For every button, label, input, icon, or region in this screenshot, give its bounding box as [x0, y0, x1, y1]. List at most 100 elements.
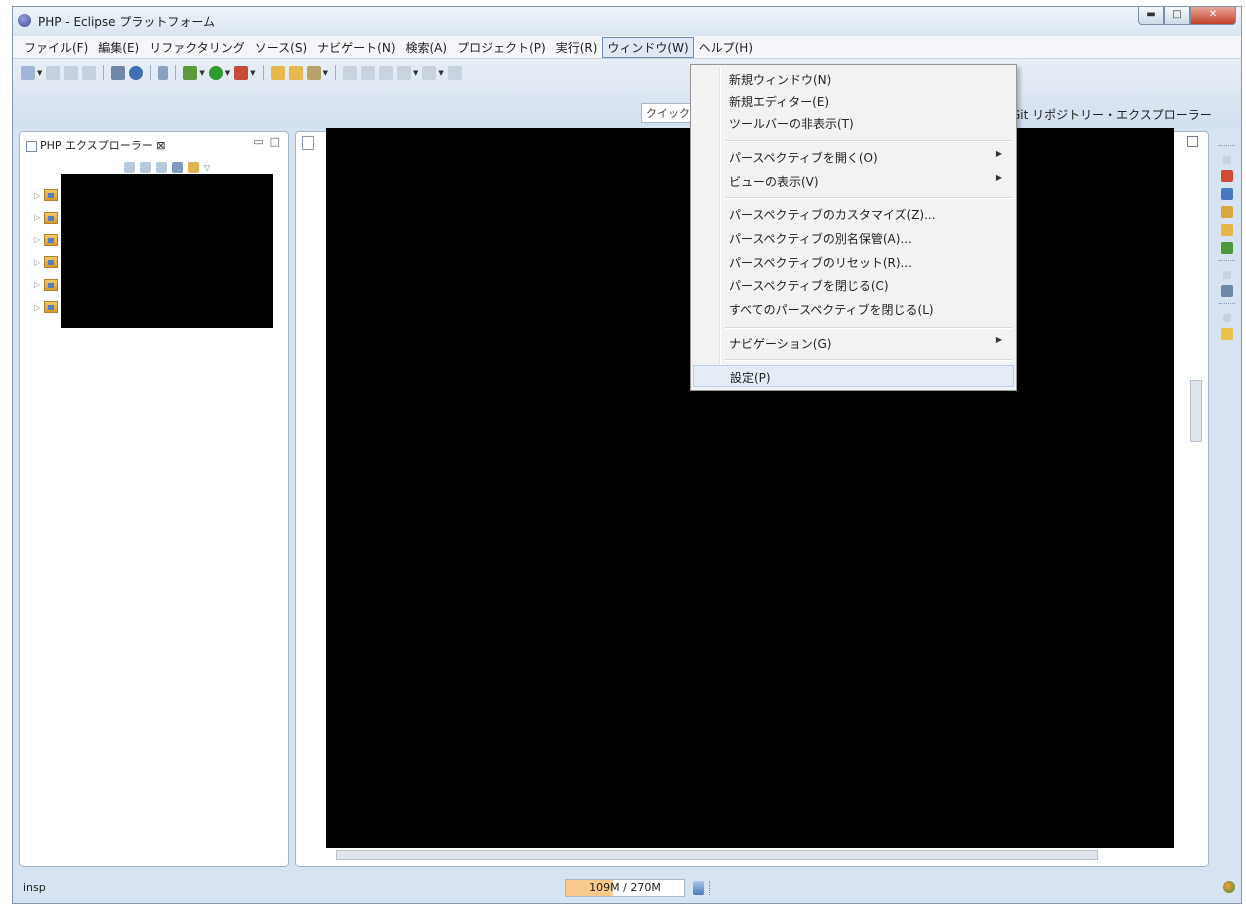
- menu-source[interactable]: ソース(S): [250, 37, 312, 58]
- new-icon[interactable]: [21, 65, 35, 80]
- expand-arrow-icon[interactable]: ▷: [34, 235, 44, 244]
- progress-icon[interactable]: [1223, 881, 1235, 893]
- menu-hide-toolbar[interactable]: ツールバーの非表示(T): [693, 112, 1014, 134]
- editor-maximize-icon[interactable]: [1187, 136, 1198, 147]
- globe-icon[interactable]: [129, 65, 144, 80]
- menu-navigation[interactable]: ナビゲーション(G) ▶: [693, 332, 1014, 354]
- back-icon[interactable]: [422, 65, 437, 80]
- save-all-icon[interactable]: [64, 65, 79, 80]
- tools-dropdown-icon[interactable]: ▼: [250, 69, 255, 77]
- expand-arrow-icon[interactable]: ▷: [34, 280, 44, 289]
- menu-run[interactable]: 実行(R): [551, 37, 603, 58]
- type-hierarchy-icon[interactable]: [1221, 188, 1233, 200]
- vertical-scrollbar[interactable]: [1190, 380, 1202, 442]
- expand-arrow-icon[interactable]: ▷: [34, 213, 44, 222]
- terminal-icon[interactable]: [111, 65, 126, 80]
- minimize-button[interactable]: ▬: [1138, 7, 1164, 25]
- menu-new-window[interactable]: 新規ウィンドウ(N): [693, 68, 1014, 90]
- view-minimize-icon[interactable]: ▭: [253, 135, 263, 148]
- tree-item[interactable]: ▷: [34, 274, 58, 296]
- run-dropdown-icon[interactable]: ▼: [225, 69, 230, 77]
- menu-new-editor[interactable]: 新規エディター(E): [693, 90, 1014, 112]
- heap-status[interactable]: 109M / 270M: [565, 879, 685, 897]
- console-icon[interactable]: [1221, 285, 1233, 297]
- save-icon[interactable]: [46, 65, 61, 80]
- main-toolbar: ▼ ▼ ▼ ▼ ▼ ▼ ▼ クイック Git リポジトリー・エクスプローラー: [13, 59, 1241, 127]
- wand-icon[interactable]: [306, 65, 321, 80]
- menu-edit[interactable]: 編集(E): [93, 37, 144, 58]
- menu-customize-perspective[interactable]: パースペクティブのカスタマイズ(Z)...: [693, 203, 1014, 225]
- tab-php-explorer[interactable]: PHP エクスプローラー ⊠: [26, 137, 165, 153]
- menu-refactor[interactable]: リファクタリング: [144, 37, 250, 58]
- pin-icon[interactable]: [158, 65, 169, 80]
- menu-save-perspective-as[interactable]: パースペクティブの別名保管(A)...: [693, 227, 1014, 249]
- run-icon[interactable]: [208, 65, 223, 80]
- php-project-icon: [44, 189, 58, 202]
- last-edit-icon[interactable]: [396, 65, 411, 80]
- menu-reset-perspective[interactable]: パースペクティブのリセット(R)...: [693, 251, 1014, 273]
- menu-window[interactable]: ウィンドウ(W): [602, 36, 694, 58]
- menu-help[interactable]: ヘルプ(H): [694, 37, 758, 58]
- menu-project[interactable]: プロジェクト(P): [452, 37, 551, 58]
- tree-item[interactable]: ▷: [34, 206, 58, 228]
- perspective-git-repo-explorer[interactable]: Git リポジトリー・エクスプローラー: [1011, 106, 1212, 123]
- submenu-arrow-icon: ▶: [995, 149, 1002, 158]
- menu-file[interactable]: ファイル(F): [19, 37, 93, 58]
- last-edit-dropdown-icon[interactable]: ▼: [413, 69, 418, 77]
- explorer-tab-label: PHP エクスプローラー ⊠: [40, 139, 166, 152]
- menu-show-view[interactable]: ビューの表示(V) ▶: [693, 170, 1014, 192]
- external-tools-icon[interactable]: [234, 65, 249, 80]
- forward-icon[interactable]: [447, 65, 462, 80]
- editor-tab-icon[interactable]: [302, 136, 314, 150]
- bookmark-icon[interactable]: [1221, 328, 1233, 340]
- forward-nav-icon[interactable]: [140, 162, 151, 173]
- tasks-icon[interactable]: [1221, 206, 1233, 218]
- annotation-icon[interactable]: [342, 65, 357, 80]
- horizontal-scrollbar[interactable]: [336, 850, 1098, 860]
- menu-preferences[interactable]: 設定(P): [693, 365, 1014, 387]
- expand-arrow-icon[interactable]: ▷: [34, 191, 44, 200]
- expand-arrow-icon[interactable]: ▷: [34, 258, 44, 267]
- link-with-editor-icon[interactable]: [188, 162, 199, 173]
- open-type-icon[interactable]: [288, 65, 303, 80]
- debug-icon[interactable]: [183, 65, 198, 80]
- prev-annotation-icon[interactable]: [378, 65, 393, 80]
- collapse-all-icon[interactable]: [172, 162, 183, 173]
- restore-icon[interactable]: [1223, 156, 1231, 164]
- menu-open-perspective[interactable]: パースペクティブを開く(O) ▶: [693, 146, 1014, 168]
- outline-icon[interactable]: [1221, 170, 1233, 182]
- print-icon[interactable]: [82, 65, 97, 80]
- wand-dropdown-icon[interactable]: ▼: [323, 69, 328, 77]
- explorer-tab-icon: [26, 140, 37, 152]
- tree-item[interactable]: ▷: [34, 296, 58, 318]
- restore-icon[interactable]: [1223, 271, 1231, 279]
- menu-close-all-perspectives[interactable]: すべてのパースペクティブを閉じる(L): [693, 298, 1014, 320]
- maximize-button[interactable]: □: [1164, 7, 1190, 25]
- status-mode: insp: [23, 881, 46, 894]
- tree-item[interactable]: ▷: [34, 251, 58, 273]
- garbage-collect-icon[interactable]: [693, 881, 704, 895]
- menu-search[interactable]: 検索(A): [401, 37, 453, 58]
- menu-close-perspective[interactable]: パースペクティブを閉じる(C): [693, 274, 1014, 296]
- right-trim-stack: [1215, 139, 1239, 429]
- php-project-icon: [44, 278, 58, 291]
- php-functions-icon[interactable]: [1221, 224, 1233, 236]
- git-icon[interactable]: [1221, 242, 1233, 254]
- project-tree: ▷ ▷ ▷ ▷ ▷ ▷: [34, 184, 58, 318]
- next-annotation-icon[interactable]: [360, 65, 375, 80]
- tree-item[interactable]: ▷: [34, 229, 58, 251]
- view-menu-icon[interactable]: ▽: [204, 163, 210, 172]
- debug-dropdown-icon[interactable]: ▼: [199, 69, 204, 77]
- php-project-icon: [44, 256, 58, 269]
- up-nav-icon[interactable]: [156, 162, 167, 173]
- new-dropdown-icon[interactable]: ▼: [37, 69, 42, 77]
- view-maximize-icon[interactable]: □: [270, 135, 280, 148]
- close-button[interactable]: ✕: [1190, 7, 1236, 25]
- expand-arrow-icon[interactable]: ▷: [34, 303, 44, 312]
- tree-item[interactable]: ▷: [34, 184, 58, 206]
- menu-navigate[interactable]: ナビゲート(N): [312, 37, 400, 58]
- open-folder-icon[interactable]: [270, 65, 285, 80]
- back-nav-icon[interactable]: [124, 162, 135, 173]
- back-dropdown-icon[interactable]: ▼: [438, 69, 443, 77]
- restore-icon[interactable]: [1223, 314, 1231, 322]
